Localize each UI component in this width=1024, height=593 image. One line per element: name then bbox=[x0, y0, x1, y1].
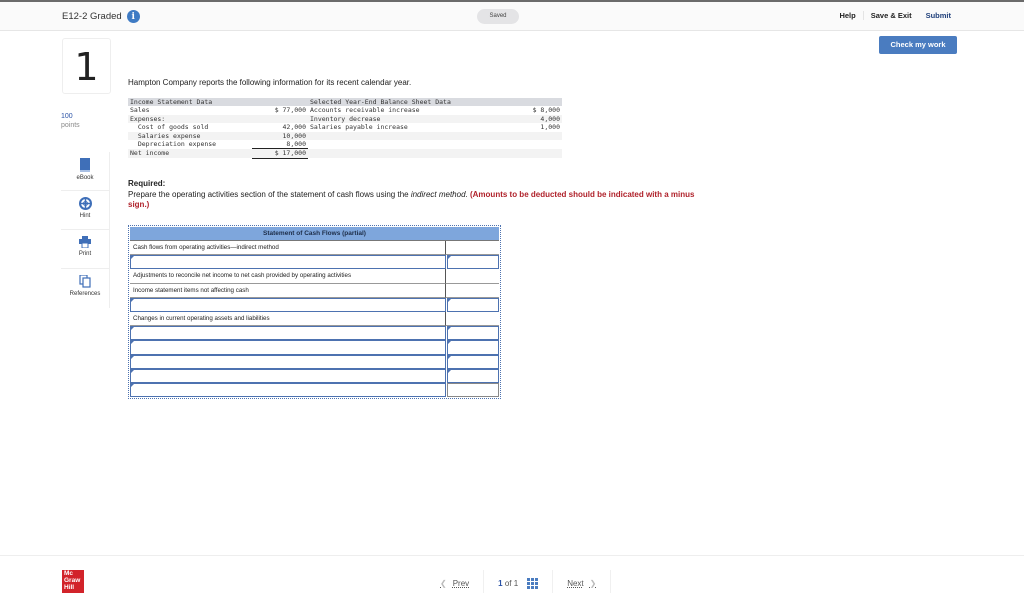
chevron-right-icon: ❯ bbox=[589, 578, 597, 588]
tool-references[interactable]: References bbox=[61, 269, 109, 308]
tools-panel: eBook Hint Print References bbox=[61, 152, 110, 308]
total-amount-cell bbox=[447, 382, 499, 398]
help-link[interactable]: Help bbox=[832, 11, 864, 20]
lifebuoy-icon bbox=[78, 197, 92, 210]
row-label: Changes in current operating assets and … bbox=[130, 311, 446, 327]
statement-input-row bbox=[130, 255, 499, 270]
required-instructions: Prepare the operating activities section… bbox=[128, 189, 695, 210]
required-heading: Required: bbox=[128, 179, 166, 188]
documents-icon bbox=[79, 275, 91, 288]
table-row: Depreciation expense 8,000 bbox=[130, 140, 308, 150]
description-input[interactable] bbox=[130, 354, 446, 369]
amount-input[interactable] bbox=[447, 340, 499, 355]
table-row: Sales $ 77,000 Accounts receivable incre… bbox=[130, 106, 560, 115]
table-row: Cost of goods sold 42,000 Salaries payab… bbox=[130, 123, 560, 132]
mcgraw-hill-logo: Mc Graw Hill bbox=[62, 570, 84, 593]
footer: Mc Graw Hill ❮ Prev 1 of 1 Next ❯ bbox=[0, 555, 1024, 593]
amount-input[interactable] bbox=[447, 354, 499, 369]
table-row: Salaries expense 10,000 bbox=[128, 131, 562, 141]
amount-input[interactable] bbox=[447, 326, 499, 341]
amount-input[interactable] bbox=[447, 297, 499, 312]
chevron-left-icon: ❮ bbox=[440, 578, 447, 588]
tool-label: References bbox=[69, 291, 101, 297]
statement-row: Adjustments to reconcile net income to n… bbox=[130, 269, 499, 284]
table-row: Expenses: Inventory decrease 4,000 bbox=[128, 114, 562, 124]
statement-input-row bbox=[130, 326, 499, 341]
statement-total-row bbox=[130, 382, 499, 398]
grid-icon[interactable] bbox=[527, 577, 539, 589]
book-icon bbox=[80, 158, 90, 172]
submit-link[interactable]: Submit bbox=[919, 11, 958, 20]
tool-hint[interactable]: Hint bbox=[61, 191, 109, 230]
pagination: ❮ Prev 1 of 1 Next ❯ bbox=[440, 570, 625, 593]
tool-label: Hint bbox=[79, 213, 91, 219]
statement-title: Statement of Cash Flows (partial) bbox=[130, 227, 499, 241]
statement-row: Income statement items not affecting cas… bbox=[130, 283, 499, 298]
total-description-input[interactable] bbox=[130, 382, 446, 398]
income-statement-header: Income Statement Data bbox=[128, 98, 252, 107]
prev-button[interactable]: ❮ Prev bbox=[440, 579, 469, 588]
balance-sheet-header: Selected Year-End Balance Sheet Data bbox=[308, 98, 510, 107]
cash-flow-statement-worksheet: Statement of Cash Flows (partial) Cash f… bbox=[128, 225, 501, 400]
points-label: points bbox=[61, 122, 80, 129]
top-bar: E12-2 Graded i Saved Help Save & Exit Su… bbox=[0, 0, 1024, 31]
statement-input-row bbox=[130, 297, 499, 312]
given-data-table: Income Statement Data Selected Year-End … bbox=[128, 98, 562, 159]
check-my-work-button[interactable]: Check my work bbox=[879, 36, 957, 54]
statement-input-row bbox=[130, 368, 499, 383]
question-intro: Hampton Company reports the following in… bbox=[128, 78, 412, 87]
save-exit-link[interactable]: Save & Exit bbox=[864, 11, 919, 20]
row-label: Cash flows from operating activities—ind… bbox=[130, 241, 446, 256]
table-row: Net income $ 17,000 bbox=[128, 148, 562, 159]
top-nav: Help Save & Exit Submit bbox=[832, 11, 958, 20]
next-button[interactable]: Next ❯ bbox=[567, 579, 596, 588]
description-input[interactable] bbox=[130, 340, 446, 355]
page-total: of 1 bbox=[504, 578, 519, 588]
description-input[interactable] bbox=[130, 326, 446, 341]
statement-row: Changes in current operating assets and … bbox=[130, 311, 499, 327]
row-label: Income statement items not affecting cas… bbox=[130, 283, 446, 298]
row-label: Adjustments to reconcile net income to n… bbox=[130, 269, 446, 284]
info-icon[interactable]: i bbox=[126, 10, 140, 23]
statement-input-row bbox=[130, 354, 499, 369]
printer-icon bbox=[79, 236, 91, 248]
tool-label: Print bbox=[78, 251, 92, 257]
assignment-title: E12-2 Graded i bbox=[62, 10, 140, 23]
amount-input[interactable] bbox=[447, 368, 499, 383]
amount-input[interactable] bbox=[447, 255, 499, 270]
saved-status-badge: Saved bbox=[477, 9, 519, 24]
current-page: 1 bbox=[498, 578, 503, 588]
statement-input-row bbox=[130, 340, 499, 355]
assignment-title-text: E12-2 Graded bbox=[62, 11, 122, 22]
points-value: 100 bbox=[61, 113, 73, 120]
tool-label: eBook bbox=[76, 175, 94, 181]
tool-ebook[interactable]: eBook bbox=[61, 152, 109, 191]
description-input[interactable] bbox=[130, 297, 446, 312]
table-header-row: Income Statement Data Selected Year-End … bbox=[128, 98, 562, 107]
description-input[interactable] bbox=[130, 368, 446, 383]
description-input[interactable] bbox=[130, 255, 446, 270]
points-display: 100 points bbox=[61, 113, 80, 129]
question-number: 1 bbox=[62, 38, 111, 94]
required-section: Required: Prepare the operating activiti… bbox=[128, 179, 713, 211]
statement-row: Cash flows from operating activities—ind… bbox=[130, 241, 499, 256]
tool-print[interactable]: Print bbox=[61, 230, 109, 269]
